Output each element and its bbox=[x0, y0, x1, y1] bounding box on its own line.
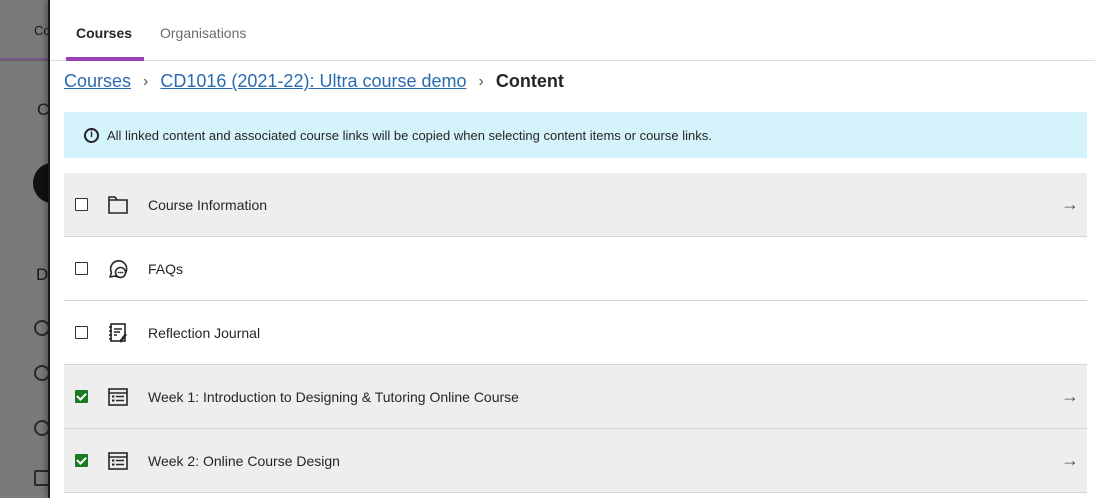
checkbox[interactable] bbox=[75, 198, 88, 211]
background-section-fragment: D bbox=[36, 265, 49, 284]
list-item-label: Week 1: Introduction to Designing & Tuto… bbox=[148, 388, 519, 405]
active-tab-indicator bbox=[66, 57, 144, 61]
breadcrumb-course-link[interactable]: CD1016 (2021-22): Ultra course demo bbox=[160, 71, 466, 92]
learning-module-icon bbox=[106, 385, 130, 409]
list-item-week-2[interactable]: Week 2: Online Course Design → bbox=[64, 429, 1087, 493]
list-item-course-information[interactable]: Course Information → bbox=[64, 173, 1087, 237]
list-item-week-1[interactable]: Week 1: Introduction to Designing & Tuto… bbox=[64, 365, 1087, 429]
checkbox[interactable] bbox=[75, 326, 88, 339]
info-notice: i All linked content and associated cour… bbox=[64, 112, 1087, 158]
background-separator bbox=[0, 60, 52, 61]
info-notice-text: All linked content and associated course… bbox=[107, 127, 712, 143]
folder-icon bbox=[106, 193, 130, 217]
list-item-label: Course Information bbox=[148, 196, 268, 213]
arrow-right-icon[interactable]: → bbox=[1061, 386, 1079, 407]
info-icon: i bbox=[84, 127, 99, 143]
journal-icon bbox=[106, 321, 130, 345]
breadcrumb: Courses › CD1016 (2021-22): Ultra course… bbox=[64, 71, 564, 92]
breadcrumb-courses-link[interactable]: Courses bbox=[64, 71, 131, 92]
list-item-label: Week 2: Online Course Design bbox=[148, 452, 340, 469]
breadcrumb-current: Content bbox=[495, 71, 564, 91]
breadcrumb-separator: › bbox=[143, 72, 149, 90]
learning-module-icon bbox=[106, 449, 130, 473]
list-item-reflection-journal[interactable]: Reflection Journal bbox=[64, 301, 1087, 365]
checkbox[interactable] bbox=[75, 262, 88, 275]
arrow-right-icon[interactable]: → bbox=[1061, 194, 1079, 215]
breadcrumb-separator: › bbox=[478, 72, 484, 90]
discussion-icon bbox=[106, 257, 130, 281]
panel-tabs: Courses Organisations bbox=[50, 0, 1095, 61]
arrow-right-icon[interactable]: → bbox=[1061, 450, 1079, 471]
copy-content-panel: Courses Organisations Courses › CD1016 (… bbox=[48, 0, 1095, 498]
tab-organisations[interactable]: Organisations bbox=[160, 25, 246, 41]
checkbox-checked[interactable] bbox=[75, 390, 88, 403]
tab-courses[interactable]: Courses bbox=[76, 25, 132, 41]
checkbox-checked[interactable] bbox=[75, 454, 88, 467]
list-item-label: Reflection Journal bbox=[148, 324, 261, 341]
background-page: Co C C D bbox=[0, 0, 52, 498]
list-item-faqs[interactable]: FAQs bbox=[64, 237, 1087, 301]
content-list: Course Information → FAQs Reflection Jou… bbox=[64, 173, 1087, 493]
list-item-label: FAQs bbox=[148, 260, 184, 277]
